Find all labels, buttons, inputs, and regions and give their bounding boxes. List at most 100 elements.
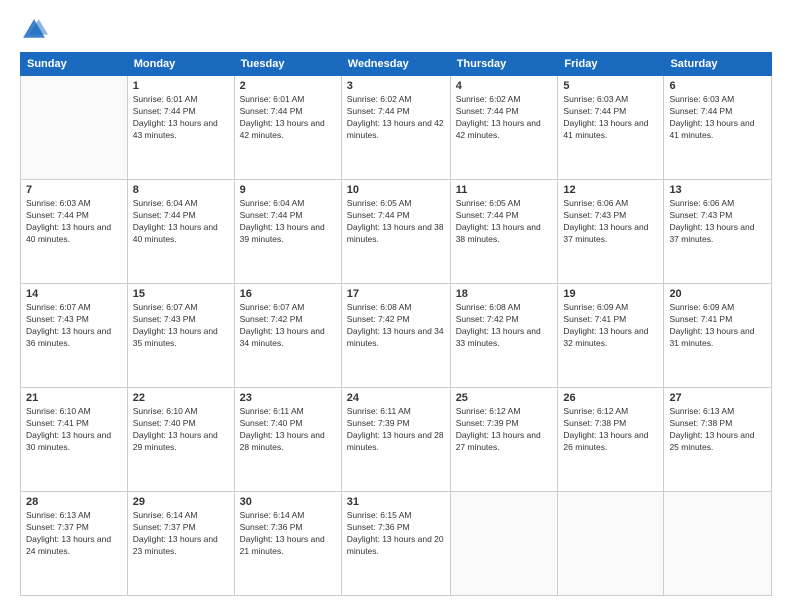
calendar-cell: 11 Sunrise: 6:05 AMSunset: 7:44 PMDayligh… (450, 180, 558, 284)
calendar-cell: 26 Sunrise: 6:12 AMSunset: 7:38 PMDayligh… (558, 388, 664, 492)
day-info: Sunrise: 6:02 AMSunset: 7:44 PMDaylight:… (456, 94, 553, 142)
weekday-header: Thursday (450, 53, 558, 76)
day-number: 12 (563, 184, 658, 196)
calendar-cell: 23Sunrise: 6:11 AMSunset: 7:40 PMDayligh… (234, 388, 341, 492)
calendar-cell (21, 76, 128, 180)
header (20, 16, 772, 44)
day-info: Sunrise: 6:15 AMSunset: 7:36 PMDaylight:… (347, 510, 445, 558)
day-info: Sunrise: 6:04 AMSunset: 7:44 PMDaylight:… (133, 198, 229, 246)
calendar-cell: 5 Sunrise: 6:03 AMSunset: 7:44 PMDaylight… (558, 76, 664, 180)
day-info: Sunrise: 6:03 AMSunset: 7:44 PMDaylight:… (26, 198, 122, 246)
day-number: 17 (347, 288, 445, 300)
calendar-cell: 28 Sunrise: 6:13 AMSunset: 7:37 PMDayligh… (21, 492, 128, 596)
weekday-header: Sunday (21, 53, 128, 76)
day-number: 6 (669, 80, 766, 92)
day-number: 31 (347, 496, 445, 508)
calendar-cell: 17 Sunrise: 6:08 AMSunset: 7:42 PMDayligh… (341, 284, 450, 388)
calendar-cell: 15 Sunrise: 6:07 AMSunset: 7:43 PMDayligh… (127, 284, 234, 388)
calendar-cell: 2 Sunrise: 6:01 AMSunset: 7:44 PMDaylight… (234, 76, 341, 180)
day-number: 11 (456, 184, 553, 196)
day-number: 23 (240, 392, 336, 404)
day-number: 3 (347, 80, 445, 92)
weekday-header: Wednesday (341, 53, 450, 76)
day-info: Sunrise: 6:12 AMSunset: 7:38 PMDaylight:… (563, 406, 658, 454)
day-info: Sunrise: 6:08 AMSunset: 7:42 PMDaylight:… (347, 302, 445, 350)
day-info: Sunrise: 6:12 AMSunset: 7:39 PMDaylight:… (456, 406, 553, 454)
calendar-cell: 21 Sunrise: 6:10 AMSunset: 7:41 PMDayligh… (21, 388, 128, 492)
day-number: 28 (26, 496, 122, 508)
calendar-week-row: 1 Sunrise: 6:01 AMSunset: 7:44 PMDaylight… (21, 76, 772, 180)
calendar-cell: 31 Sunrise: 6:15 AMSunset: 7:36 PMDayligh… (341, 492, 450, 596)
calendar-cell: 19 Sunrise: 6:09 AMSunset: 7:41 PMDayligh… (558, 284, 664, 388)
calendar-cell: 18 Sunrise: 6:08 AMSunset: 7:42 PMDayligh… (450, 284, 558, 388)
day-number: 30 (240, 496, 336, 508)
logo-icon (20, 16, 48, 44)
calendar-cell: 12 Sunrise: 6:06 AMSunset: 7:43 PMDayligh… (558, 180, 664, 284)
day-info: Sunrise: 6:07 AMSunset: 7:42 PMDaylight:… (240, 302, 336, 350)
day-info: Sunrise: 6:11 AMSunset: 7:39 PMDaylight:… (347, 406, 445, 454)
day-number: 22 (133, 392, 229, 404)
day-number: 18 (456, 288, 553, 300)
day-info: Sunrise: 6:01 AMSunset: 7:44 PMDaylight:… (240, 94, 336, 142)
day-number: 5 (563, 80, 658, 92)
calendar-cell: 29Sunrise: 6:14 AMSunset: 7:37 PMDayligh… (127, 492, 234, 596)
calendar-cell: 7Sunrise: 6:03 AMSunset: 7:44 PMDaylight… (21, 180, 128, 284)
calendar-cell: 22Sunrise: 6:10 AMSunset: 7:40 PMDayligh… (127, 388, 234, 492)
day-info: Sunrise: 6:05 AMSunset: 7:44 PMDaylight:… (456, 198, 553, 246)
page: SundayMondayTuesdayWednesdayThursdayFrid… (0, 0, 792, 612)
calendar-cell: 14 Sunrise: 6:07 AMSunset: 7:43 PMDayligh… (21, 284, 128, 388)
calendar-cell: 10 Sunrise: 6:05 AMSunset: 7:44 PMDayligh… (341, 180, 450, 284)
calendar-cell: 4 Sunrise: 6:02 AMSunset: 7:44 PMDaylight… (450, 76, 558, 180)
day-info: Sunrise: 6:08 AMSunset: 7:42 PMDaylight:… (456, 302, 553, 350)
day-number: 24 (347, 392, 445, 404)
weekday-header: Friday (558, 53, 664, 76)
day-info: Sunrise: 6:09 AMSunset: 7:41 PMDaylight:… (669, 302, 766, 350)
day-number: 2 (240, 80, 336, 92)
day-info: Sunrise: 6:14 AMSunset: 7:37 PMDaylight:… (133, 510, 229, 558)
calendar-cell (558, 492, 664, 596)
day-number: 14 (26, 288, 122, 300)
calendar-cell: 20 Sunrise: 6:09 AMSunset: 7:41 PMDayligh… (664, 284, 772, 388)
day-info: Sunrise: 6:02 AMSunset: 7:44 PMDaylight:… (347, 94, 445, 142)
calendar-week-row: 21 Sunrise: 6:10 AMSunset: 7:41 PMDayligh… (21, 388, 772, 492)
day-number: 15 (133, 288, 229, 300)
day-info: Sunrise: 6:06 AMSunset: 7:43 PMDaylight:… (563, 198, 658, 246)
calendar-cell: 27 Sunrise: 6:13 AMSunset: 7:38 PMDayligh… (664, 388, 772, 492)
day-number: 19 (563, 288, 658, 300)
calendar-cell: 24 Sunrise: 6:11 AMSunset: 7:39 PMDayligh… (341, 388, 450, 492)
day-number: 16 (240, 288, 336, 300)
calendar-cell: 3 Sunrise: 6:02 AMSunset: 7:44 PMDaylight… (341, 76, 450, 180)
day-number: 26 (563, 392, 658, 404)
day-number: 27 (669, 392, 766, 404)
day-info: Sunrise: 6:10 AMSunset: 7:41 PMDaylight:… (26, 406, 122, 454)
calendar-cell: 13Sunrise: 6:06 AMSunset: 7:43 PMDayligh… (664, 180, 772, 284)
day-number: 20 (669, 288, 766, 300)
calendar-week-row: 28 Sunrise: 6:13 AMSunset: 7:37 PMDayligh… (21, 492, 772, 596)
calendar-cell: 1 Sunrise: 6:01 AMSunset: 7:44 PMDaylight… (127, 76, 234, 180)
day-info: Sunrise: 6:01 AMSunset: 7:44 PMDaylight:… (133, 94, 229, 142)
weekday-header: Tuesday (234, 53, 341, 76)
calendar-cell: 25Sunrise: 6:12 AMSunset: 7:39 PMDayligh… (450, 388, 558, 492)
calendar-week-row: 14 Sunrise: 6:07 AMSunset: 7:43 PMDayligh… (21, 284, 772, 388)
day-info: Sunrise: 6:07 AMSunset: 7:43 PMDaylight:… (26, 302, 122, 350)
day-number: 9 (240, 184, 336, 196)
calendar-cell: 16 Sunrise: 6:07 AMSunset: 7:42 PMDayligh… (234, 284, 341, 388)
day-info: Sunrise: 6:13 AMSunset: 7:37 PMDaylight:… (26, 510, 122, 558)
calendar-cell: 30Sunrise: 6:14 AMSunset: 7:36 PMDayligh… (234, 492, 341, 596)
weekday-header-row: SundayMondayTuesdayWednesdayThursdayFrid… (21, 53, 772, 76)
weekday-header: Monday (127, 53, 234, 76)
day-info: Sunrise: 6:05 AMSunset: 7:44 PMDaylight:… (347, 198, 445, 246)
weekday-header: Saturday (664, 53, 772, 76)
day-number: 1 (133, 80, 229, 92)
day-number: 10 (347, 184, 445, 196)
day-number: 21 (26, 392, 122, 404)
day-number: 4 (456, 80, 553, 92)
day-info: Sunrise: 6:07 AMSunset: 7:43 PMDaylight:… (133, 302, 229, 350)
calendar-cell: 6Sunrise: 6:03 AMSunset: 7:44 PMDaylight… (664, 76, 772, 180)
day-info: Sunrise: 6:03 AMSunset: 7:44 PMDaylight:… (563, 94, 658, 142)
calendar-cell: 8Sunrise: 6:04 AMSunset: 7:44 PMDaylight… (127, 180, 234, 284)
day-info: Sunrise: 6:13 AMSunset: 7:38 PMDaylight:… (669, 406, 766, 454)
day-info: Sunrise: 6:09 AMSunset: 7:41 PMDaylight:… (563, 302, 658, 350)
day-number: 13 (669, 184, 766, 196)
day-info: Sunrise: 6:04 AMSunset: 7:44 PMDaylight:… (240, 198, 336, 246)
